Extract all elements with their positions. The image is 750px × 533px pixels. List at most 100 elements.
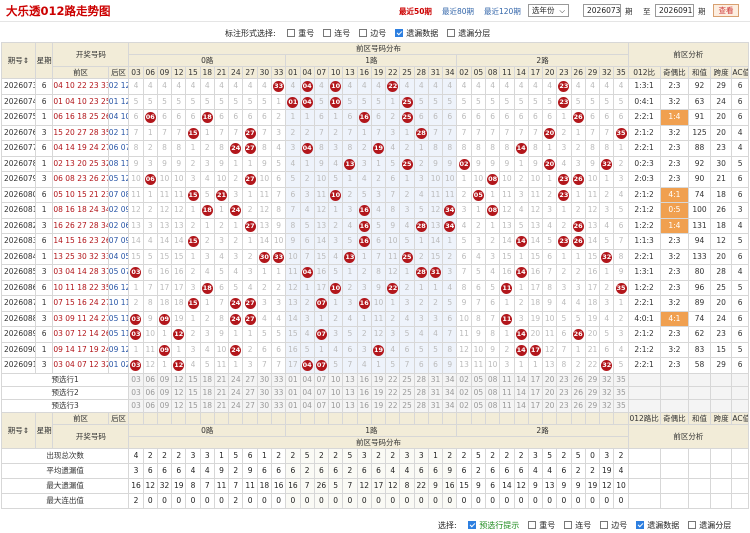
preselect-cell[interactable]: 31 — [427, 398, 444, 413]
bottom-checkbox-5[interactable] — [688, 521, 697, 529]
preselect-cell[interactable]: 27 — [242, 398, 258, 413]
preselect-cell[interactable]: 14 — [513, 398, 529, 413]
preselect-cell[interactable]: 03 — [128, 385, 144, 400]
preselect-cell[interactable]: 06 — [142, 398, 158, 413]
bottom-checkbox-3[interactable] — [600, 521, 609, 529]
preselect-cell[interactable]: 05 — [470, 398, 486, 413]
preselect-cell[interactable]: 30 — [256, 372, 272, 387]
period-from-input[interactable]: 2026073 — [583, 4, 621, 17]
preselect-cell[interactable]: 24 — [228, 398, 244, 413]
preselect-cell[interactable]: 04 — [299, 398, 315, 413]
preselect-cell[interactable]: 04 — [299, 372, 315, 387]
preselect-cell[interactable]: 03 — [128, 398, 144, 413]
preselect-cell[interactable]: 27 — [242, 385, 258, 400]
preselect-cell[interactable]: 21 — [213, 398, 230, 413]
period-to-input[interactable]: 2026091 — [655, 4, 694, 17]
preselect-cell[interactable]: 25 — [399, 398, 415, 413]
preselect-cell[interactable]: 23 — [556, 398, 572, 413]
top-checkbox-1[interactable] — [323, 29, 332, 37]
preselect-cell[interactable]: 35 — [613, 372, 629, 387]
preselect-cell[interactable]: 15 — [185, 398, 201, 413]
col-period-bottom[interactable]: 期号⇕ — [1, 411, 36, 449]
preselect-cell[interactable]: 18 — [199, 372, 215, 387]
preselect-cell[interactable]: 23 — [556, 372, 572, 387]
preselect-cell[interactable]: 17 — [527, 385, 544, 400]
query-button[interactable]: 查看 — [713, 4, 739, 17]
preselect-cell[interactable]: 01 — [285, 385, 301, 400]
preselect-cell[interactable]: 09 — [156, 372, 173, 387]
bottom-option-0[interactable]: 预选行提示 — [468, 520, 519, 531]
top-checkbox-0[interactable] — [287, 29, 296, 37]
top-option-4[interactable]: 遗漏分层 — [447, 28, 490, 39]
preselect-cell[interactable]: 19 — [370, 372, 387, 387]
preselect-cell[interactable]: 06 — [142, 385, 158, 400]
preselect-cell[interactable]: 31 — [427, 385, 444, 400]
preselect-cell[interactable]: 26 — [570, 372, 586, 387]
preselect-cell[interactable]: 02 — [456, 398, 472, 413]
bottom-option-3[interactable]: 边号 — [600, 520, 627, 531]
preselect-cell[interactable]: 23 — [556, 385, 572, 400]
preselect-cell[interactable]: 10 — [328, 398, 344, 413]
preselect-cell[interactable]: 15 — [185, 372, 201, 387]
bottom-option-4[interactable]: 遗漏数据 — [636, 520, 679, 531]
preselect-row[interactable]: 预选行2 03 06 09 12 15 18 21 24 27 30 33 01 04 07 10 13 16 19… — [0, 385, 749, 400]
preselect-cell[interactable]: 09 — [156, 385, 173, 400]
preselect-cell[interactable]: 20 — [542, 372, 558, 387]
preselect-cell[interactable]: 33 — [270, 372, 287, 387]
preselect-cell[interactable]: 22 — [385, 398, 401, 413]
preselect-cell[interactable]: 02 — [456, 385, 472, 400]
bottom-option-5[interactable]: 遗漏分层 — [688, 520, 731, 531]
preselect-cell[interactable]: 26 — [570, 385, 586, 400]
preselect-row[interactable]: 预选行1 03 06 09 12 15 18 21 24 27 30 33 01 04 07 10 13 16 19… — [0, 372, 749, 387]
top-option-0[interactable]: 重号 — [287, 28, 314, 39]
preselect-cell[interactable]: 20 — [542, 385, 558, 400]
bottom-checkbox-2[interactable] — [564, 521, 573, 529]
bottom-option-1[interactable]: 重号 — [528, 520, 555, 531]
preselect-cell[interactable]: 30 — [256, 398, 272, 413]
preselect-cell[interactable]: 08 — [484, 398, 501, 413]
preselect-cell[interactable]: 21 — [213, 385, 230, 400]
preselect-cell[interactable]: 04 — [299, 385, 315, 400]
col-period[interactable]: 期号⇕ — [1, 42, 36, 79]
preselect-cell[interactable]: 28 — [413, 398, 429, 413]
preselect-cell[interactable]: 07 — [313, 372, 330, 387]
preselect-cell[interactable]: 25 — [399, 385, 415, 400]
preselect-cell[interactable]: 08 — [484, 385, 501, 400]
bottom-checkbox-0[interactable] — [468, 521, 477, 529]
year-select[interactable]: 选年份 ⌵ — [528, 4, 569, 17]
preselect-cell[interactable]: 08 — [484, 372, 501, 387]
recent-50-link[interactable]: 最近50期 — [399, 6, 432, 17]
preselect-cell[interactable]: 35 — [613, 398, 629, 413]
recent-120-link[interactable]: 最近120期 — [484, 6, 521, 17]
preselect-cell[interactable]: 19 — [370, 398, 387, 413]
preselect-cell[interactable]: 17 — [527, 398, 544, 413]
preselect-cell[interactable]: 02 — [456, 372, 472, 387]
preselect-cell[interactable]: 29 — [584, 372, 601, 387]
preselect-cell[interactable]: 34 — [442, 398, 458, 413]
recent-80-link[interactable]: 最近80期 — [442, 6, 474, 17]
preselect-cell[interactable]: 03 — [128, 372, 144, 387]
preselect-cell[interactable]: 34 — [442, 372, 458, 387]
preselect-cell[interactable]: 10 — [328, 385, 344, 400]
preselect-cell[interactable]: 06 — [142, 372, 158, 387]
preselect-cell[interactable]: 12 — [171, 398, 187, 413]
preselect-cell[interactable]: 07 — [313, 398, 330, 413]
preselect-cell[interactable]: 18 — [199, 385, 215, 400]
preselect-cell[interactable]: 33 — [270, 398, 287, 413]
preselect-cell[interactable]: 19 — [370, 385, 387, 400]
preselect-cell[interactable]: 12 — [171, 372, 187, 387]
preselect-cell[interactable]: 16 — [356, 372, 372, 387]
bottom-checkbox-4[interactable] — [636, 521, 645, 529]
preselect-cell[interactable]: 07 — [313, 385, 330, 400]
preselect-cell[interactable]: 22 — [385, 385, 401, 400]
preselect-cell[interactable]: 31 — [427, 372, 444, 387]
preselect-cell[interactable]: 16 — [356, 398, 372, 413]
preselect-cell[interactable]: 20 — [542, 398, 558, 413]
preselect-cell[interactable]: 21 — [213, 372, 230, 387]
preselect-cell[interactable]: 32 — [599, 372, 615, 387]
preselect-cell[interactable]: 33 — [270, 385, 287, 400]
preselect-cell[interactable]: 24 — [228, 372, 244, 387]
preselect-cell[interactable]: 14 — [513, 385, 529, 400]
top-checkbox-3[interactable] — [395, 29, 404, 37]
preselect-cell[interactable]: 30 — [256, 385, 272, 400]
